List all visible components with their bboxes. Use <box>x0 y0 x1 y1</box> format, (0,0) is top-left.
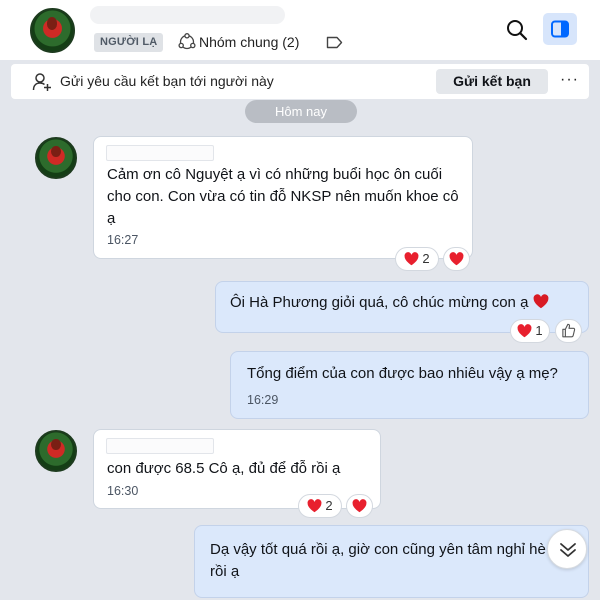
more-icon[interactable]: ··· <box>560 72 580 90</box>
message-bubble-outgoing[interactable]: Dạ vậy tốt quá rồi ạ, giờ con cũng yên t… <box>194 525 589 598</box>
heart-icon <box>307 499 322 513</box>
sidebar-toggle-button[interactable] <box>543 13 577 45</box>
message-text: Ôi Hà Phương giỏi quá, cô chúc mừng con … <box>230 292 580 314</box>
thumbs-up-icon <box>562 323 576 338</box>
reaction-summary[interactable]: 2 <box>395 247 439 271</box>
react-button[interactable] <box>346 494 373 518</box>
message-text: Tổng điểm của con được bao nhiêu vậy ạ m… <box>247 365 558 382</box>
add-friend-icon <box>32 73 51 91</box>
chat-header: NGƯỜI LẠ Nhóm chung (2) <box>0 0 600 60</box>
heart-icon <box>352 499 367 513</box>
message-time: 16:27 <box>107 233 139 247</box>
message-text: Dạ vậy tốt quá rồi ạ, giờ con cũng yên t… <box>210 541 546 580</box>
heart-icon <box>517 324 532 338</box>
date-divider: Hôm nay <box>245 100 357 123</box>
tag-icon[interactable] <box>326 36 343 49</box>
reaction-count: 2 <box>422 251 430 266</box>
sender-avatar[interactable] <box>35 430 77 472</box>
stranger-badge: NGƯỜI LẠ <box>94 33 164 52</box>
react-button[interactable] <box>443 247 470 271</box>
reaction-count: 1 <box>535 323 543 338</box>
friend-request-bar: Gửi yêu cầu kết bạn tới người này Gửi kế… <box>11 64 589 99</box>
chevron-down-double-icon <box>560 543 576 557</box>
search-icon[interactable] <box>505 18 529 42</box>
heart-icon <box>533 294 549 309</box>
reaction-count: 2 <box>325 498 333 513</box>
reaction-summary[interactable]: 1 <box>510 319 550 343</box>
message-bubble-outgoing[interactable]: Tổng điểm của con được bao nhiêu vậy ạ m… <box>230 351 589 419</box>
sidebar-toggle-icon <box>551 20 569 38</box>
heart-icon <box>449 252 464 266</box>
sender-name-redacted <box>106 145 214 161</box>
message-bubble-incoming[interactable]: Cảm ơn cô Nguyệt ạ vì có những buổi học … <box>93 136 473 259</box>
message-text-content: Ôi Hà Phương giỏi quá, cô chúc mừng con … <box>230 294 529 311</box>
send-friend-request-button[interactable]: Gửi kết bạn <box>436 69 548 94</box>
message-text: Cảm ơn cô Nguyệt ạ vì có những buổi học … <box>107 166 459 227</box>
sender-avatar[interactable] <box>35 137 77 179</box>
like-button[interactable] <box>555 319 582 343</box>
contact-avatar[interactable] <box>30 8 75 53</box>
friend-request-text: Gửi yêu cầu kết bạn tới người này <box>60 73 274 89</box>
reaction-summary[interactable]: 2 <box>298 494 342 518</box>
message-time: 16:29 <box>247 393 279 407</box>
heart-icon <box>404 252 419 266</box>
scroll-to-bottom-button[interactable] <box>547 529 587 569</box>
contact-name-redacted <box>90 6 285 24</box>
group-icon <box>178 33 196 50</box>
message-text: con được 68.5 Cô ạ, đủ để đỗ rồi ạ <box>107 460 341 477</box>
message-time: 16:30 <box>107 484 139 498</box>
common-groups-link[interactable]: Nhóm chung (2) <box>199 33 299 51</box>
sender-name-redacted <box>106 438 214 454</box>
